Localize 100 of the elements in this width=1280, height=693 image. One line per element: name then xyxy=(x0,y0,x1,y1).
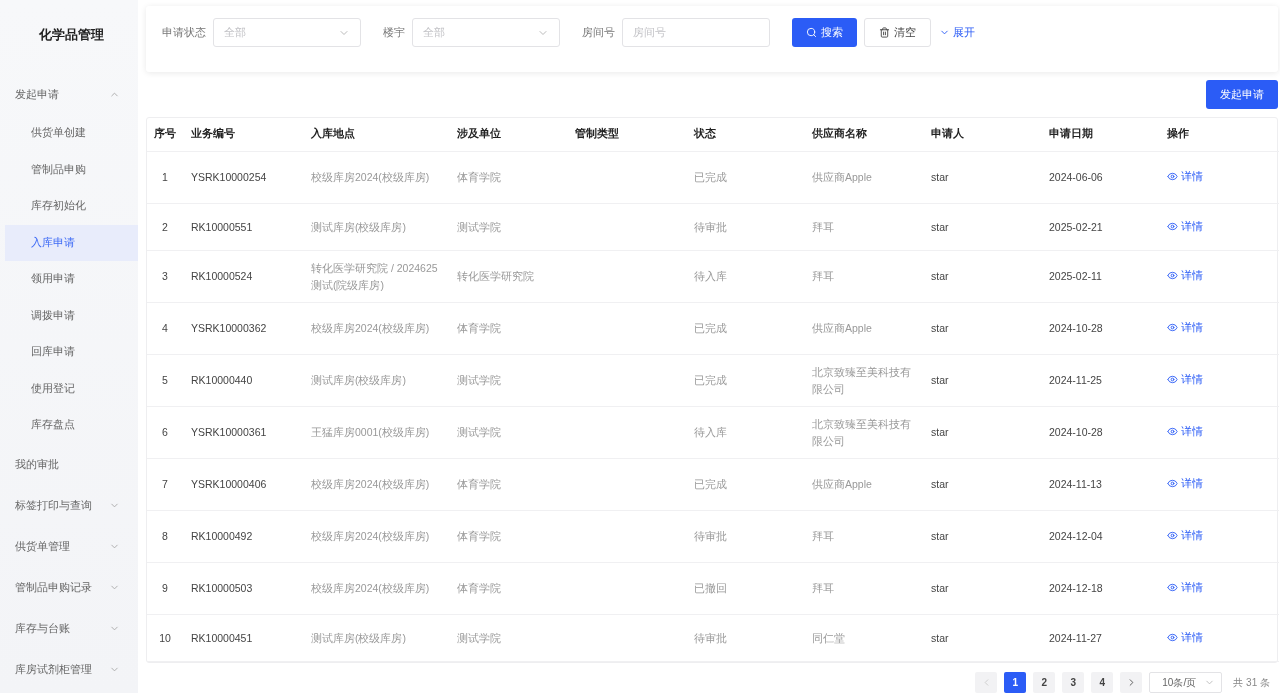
table-cell: 测试学院 xyxy=(449,614,567,662)
menu-group[interactable]: 我的审批 xyxy=(0,443,138,485)
eye-icon xyxy=(1167,631,1178,643)
menu-group[interactable]: 库存与台账 xyxy=(0,607,138,649)
table-cell: 测试学院 xyxy=(449,354,567,407)
column-header: 操作 xyxy=(1159,117,1279,152)
table-cell: 拜耳 xyxy=(804,510,923,563)
detail-link[interactable]: 详情 xyxy=(1167,371,1203,388)
table-cell: 8 xyxy=(147,510,183,563)
new-request-button[interactable]: 发起申请 xyxy=(1206,79,1278,109)
table-cell: 10 xyxy=(147,614,183,662)
page-button[interactable]: 3 xyxy=(1062,672,1085,693)
eye-icon xyxy=(1167,322,1178,333)
table-cell: 已完成 xyxy=(686,458,804,511)
menu-item[interactable]: 入库申请 xyxy=(5,224,138,261)
table-cell: star xyxy=(923,203,1041,251)
menu-group[interactable]: 供货单管理 xyxy=(0,525,138,567)
table-cell: 2025-02-21 xyxy=(1041,203,1159,251)
column-header: 管制类型 xyxy=(567,117,686,152)
table-cell: 校级库房2024(校级库房) xyxy=(303,302,449,355)
page-button[interactable]: 4 xyxy=(1091,672,1114,693)
table-cell: 北京致臻至美科技有限公司 xyxy=(804,354,923,407)
detail-link[interactable]: 详情 xyxy=(1167,628,1203,646)
table-cell: 2024-11-27 xyxy=(1041,614,1159,662)
column-header: 申请日期 xyxy=(1041,117,1159,152)
menu-item[interactable]: 领用申请 xyxy=(5,261,138,298)
page-button[interactable]: 1 xyxy=(1004,672,1027,693)
table-cell: 拜耳 xyxy=(804,203,923,251)
column-header: 供应商名称 xyxy=(804,117,923,152)
table-cell: 6 xyxy=(147,406,183,459)
menu-group[interactable]: 库房试剂柜管理 xyxy=(0,648,138,690)
detail-link[interactable]: 详情 xyxy=(1167,475,1203,492)
filter-label: 楼宇 xyxy=(383,25,405,40)
table-cell: 2024-11-13 xyxy=(1041,458,1159,511)
menu-item[interactable]: 供货单创建 xyxy=(5,115,138,152)
table-cell: 体育学院 xyxy=(449,510,567,563)
table-cell: 2 xyxy=(147,203,183,251)
table-cell: 2024-10-28 xyxy=(1041,302,1159,355)
table-cell: 校级库房2024(校级库房) xyxy=(303,510,449,563)
table-cell: 王猛库房0001(校级库房) xyxy=(303,406,449,459)
menu-group[interactable]: 发起申请 xyxy=(0,74,138,115)
column-header: 入库地点 xyxy=(303,117,449,152)
table-cell: 拜耳 xyxy=(804,250,923,303)
table-cell: 1 xyxy=(147,151,183,204)
menu-item[interactable]: 回库申请 xyxy=(5,334,138,371)
table-cell: 测试库房(校级库房) xyxy=(303,614,449,662)
table-cell: 2025-02-11 xyxy=(1041,250,1159,303)
table-cell: 测试库房(校级库房) xyxy=(303,354,449,407)
detail-link[interactable]: 详情 xyxy=(1167,319,1203,336)
table-cell: YSRK10000361 xyxy=(183,406,303,459)
search-button[interactable]: 搜索 xyxy=(792,18,857,47)
menu-group[interactable]: 管制品申购记录 xyxy=(0,566,138,608)
table-cell: star xyxy=(923,562,1041,615)
menu-item[interactable]: 库存初始化 xyxy=(5,188,138,225)
detail-link[interactable]: 详情 xyxy=(1167,579,1203,596)
eye-icon xyxy=(1167,530,1178,541)
table-cell: 2024-06-06 xyxy=(1041,151,1159,204)
column-header: 序号 xyxy=(147,117,183,152)
table-cell: 测试学院 xyxy=(449,203,567,251)
menu-group[interactable]: 标签打印与查询 xyxy=(0,484,138,526)
table-cell: 已撤回 xyxy=(686,562,804,615)
eye-icon xyxy=(1167,478,1178,489)
table-cell: 9 xyxy=(147,562,183,615)
table-cell: star xyxy=(923,614,1041,662)
eye-icon xyxy=(1167,171,1178,182)
page-button[interactable]: 2 xyxy=(1033,672,1056,693)
menu-item[interactable]: 管制品申购 xyxy=(5,151,138,188)
filter-label: 申请状态 xyxy=(162,25,206,40)
expand-link[interactable]: 展开 xyxy=(931,18,983,47)
table-cell: RK10000451 xyxy=(183,614,303,662)
table-cell: 待入库 xyxy=(686,250,804,303)
clear-button[interactable]: 清空 xyxy=(864,18,931,47)
table-cell: 2024-10-28 xyxy=(1041,406,1159,459)
table-cell: RK10000503 xyxy=(183,562,303,615)
menu-item[interactable]: 调拨申请 xyxy=(5,297,138,334)
total-count: 共 31 条 xyxy=(1233,675,1270,690)
table-cell: 2024-12-18 xyxy=(1041,562,1159,615)
table-cell: 5 xyxy=(147,354,183,407)
detail-link[interactable]: 详情 xyxy=(1167,423,1203,440)
table-cell: 7 xyxy=(147,458,183,511)
table-cell: star xyxy=(923,354,1041,407)
detail-link[interactable]: 详情 xyxy=(1167,217,1203,235)
eye-icon xyxy=(1167,582,1178,593)
detail-link[interactable]: 详情 xyxy=(1167,267,1203,284)
table-cell: RK10000492 xyxy=(183,510,303,563)
detail-link[interactable]: 详情 xyxy=(1167,527,1203,544)
table-cell: star xyxy=(923,510,1041,563)
table-cell: RK10000440 xyxy=(183,354,303,407)
detail-link[interactable]: 详情 xyxy=(1167,168,1203,185)
table-cell: 供应商Apple xyxy=(804,151,923,204)
next-page-button[interactable] xyxy=(1120,672,1143,693)
table-cell: 测试库房(校级库房) xyxy=(303,203,449,251)
eye-icon xyxy=(1167,220,1178,232)
menu-item[interactable]: 使用登记 xyxy=(5,370,138,407)
column-header: 涉及单位 xyxy=(449,117,567,152)
page-size-select[interactable]: 10条/页 xyxy=(1149,672,1223,693)
table-cell: 已完成 xyxy=(686,354,804,407)
menu-item[interactable]: 库存盘点 xyxy=(5,407,138,444)
eye-icon xyxy=(1167,426,1178,437)
table-cell: 待审批 xyxy=(686,510,804,563)
